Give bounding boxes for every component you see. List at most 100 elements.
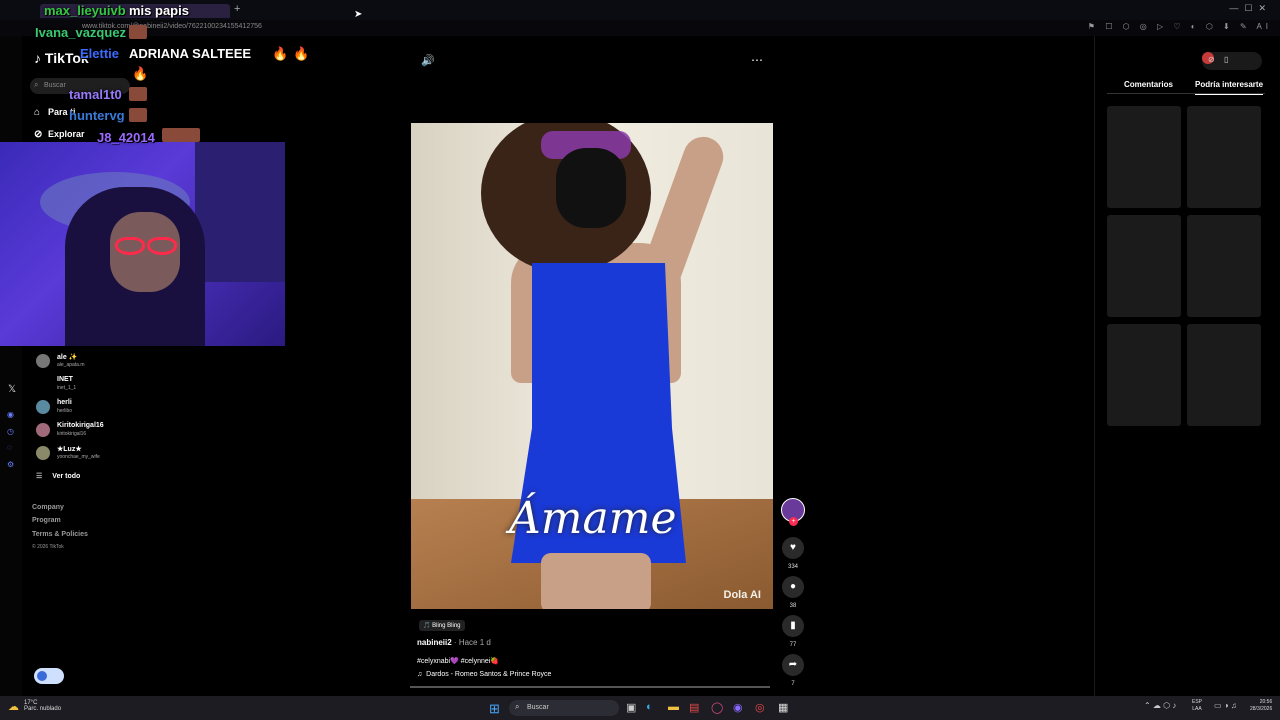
more-options-icon[interactable]: ⋯ (751, 53, 763, 67)
tab-title-overlay: mis papis (129, 3, 189, 18)
phone-icon[interactable]: ▯ (1224, 55, 1228, 64)
language-indicator[interactable]: ESP LAA (1192, 699, 1202, 713)
following-item[interactable]: herli herlibo (34, 398, 184, 418)
windows-start-icon[interactable]: ⊞ (489, 701, 500, 717)
search-icon: ⌕ (515, 702, 520, 711)
rail-clock-icon[interactable]: ◷ (7, 427, 14, 436)
search-placeholder: Buscar (44, 82, 66, 89)
taskbar-search[interactable]: ⌕ Buscar (509, 700, 619, 716)
clock[interactable]: 20:56 28/3/2026 (1250, 699, 1272, 713)
rail-circle-icon[interactable]: ◉ (7, 410, 14, 419)
new-tab-button[interactable]: + (234, 3, 240, 15)
video-hashtags[interactable]: #celyxnabi💜 #celynnei🍓 (417, 657, 499, 665)
mouse-cursor-icon: ➤ (354, 9, 363, 20)
copyright: © 2026 TikTok (32, 544, 64, 550)
following-handle: inet_1_1 (57, 385, 77, 391)
video-author-line: nabineii2 · Hace 1 d (417, 638, 491, 647)
suggested-video-thumb[interactable] (1107, 106, 1181, 208)
video-song[interactable]: ♫ Dardos - Romeo Santos & Prince Royce (417, 671, 551, 678)
time: 20:56 (1259, 699, 1273, 705)
share-count: 7 (791, 681, 795, 687)
follow-plus-icon[interactable]: + (789, 517, 798, 526)
comment-action[interactable]: ● 38 (782, 576, 804, 609)
emote-icon (129, 25, 147, 39)
taskbar-search-label: Buscar (527, 704, 549, 711)
folder-icon[interactable]: ▬ (668, 701, 679, 713)
following-name: herli (57, 399, 72, 406)
panel-divider (1094, 36, 1095, 696)
share-action[interactable]: ➦ 7 (782, 654, 804, 687)
suggested-video-thumb[interactable] (1187, 106, 1261, 208)
discord-icon[interactable]: ◉ (733, 701, 743, 714)
app-icon[interactable]: ▦ (778, 701, 788, 714)
video-player[interactable]: Ámame Dola AI (411, 123, 773, 609)
video-progress-bar[interactable] (410, 686, 770, 688)
like-action[interactable]: ♥ 334 (782, 537, 804, 570)
home-icon: ⌂ (34, 107, 41, 118)
fire-icon: 🔥 (293, 46, 310, 61)
posted-time: Hace 1 d (458, 638, 491, 647)
video-watermark: Dola AI (723, 589, 762, 601)
see-all-button[interactable]: ☰ Ver todo (36, 472, 80, 480)
compass-icon[interactable]: ⊘ (1208, 55, 1215, 64)
weather-text: Parc. nublado (24, 706, 62, 712)
chat-user: Elettie (80, 46, 120, 61)
suggested-video-thumb[interactable] (1187, 215, 1261, 317)
theme-toggle[interactable] (34, 668, 64, 684)
chat-user: max_lieyuivb (44, 3, 126, 18)
weather-icon: ☁ (8, 701, 19, 713)
avatar (36, 423, 50, 437)
avatar (36, 377, 50, 391)
chat-user: J8_42014 (97, 130, 155, 145)
volume-icon[interactable]: 🔊 (421, 54, 435, 67)
webcam-overlay (0, 142, 285, 346)
save-action[interactable]: ▮ 77 (782, 615, 804, 648)
windows-taskbar: ☁ 17°C Parc. nublado ⊞ ⌕ Buscar ▣ ◐ ▬ ▤ ◯… (0, 696, 1280, 720)
obs-icon[interactable]: ◎ (755, 701, 765, 714)
edge-icon[interactable]: ◐ (646, 701, 653, 713)
footer-link[interactable]: Terms & Policies (32, 531, 88, 538)
heart-icon[interactable]: ♥ (782, 537, 804, 559)
x-icon[interactable]: 𝕏 (8, 384, 16, 395)
author-name[interactable]: nabineii2 (417, 638, 452, 647)
network-volume-icons[interactable]: ▭ ◑ ♫ (1214, 701, 1237, 710)
suggested-video-thumb[interactable] (1107, 324, 1181, 426)
following-name: INET (57, 376, 73, 383)
following-item[interactable]: ale ✨ ale_apata.m (34, 352, 184, 372)
comment-icon[interactable]: ● (782, 576, 804, 598)
window-controls[interactable]: —☐✕ (1229, 3, 1272, 14)
music-tag[interactable]: 🎵 Bling Bling (419, 620, 465, 631)
compass-icon: ⊘ (34, 129, 43, 140)
tab-comentarios[interactable]: Comentarios (1124, 80, 1173, 89)
tab-underline (1107, 93, 1265, 94)
following-item[interactable]: INET inet_1_1 (34, 375, 184, 395)
emote-icon (129, 87, 147, 101)
following-item[interactable]: Kiritokirigal16 kiritokirigal16 (34, 421, 184, 441)
chat-user: huntervg (69, 108, 125, 123)
footer-link[interactable]: Program (32, 517, 61, 524)
fire-icon: 🔥 (272, 46, 289, 61)
rail-chat-icon[interactable]: ◌ (7, 443, 12, 452)
share-icon[interactable]: ➦ (782, 654, 804, 676)
following-handle: herlibo (57, 408, 73, 414)
avatar (36, 400, 50, 414)
date: 28/3/2026 (1250, 706, 1273, 712)
rail-gear-icon[interactable]: ⚙ (7, 460, 14, 469)
following-item[interactable]: ★Luz★ yoonchae_my_wife (34, 444, 184, 464)
task-view-icon[interactable]: ▣ (626, 701, 636, 714)
suggested-video-thumb[interactable] (1107, 215, 1181, 317)
avatar (36, 446, 50, 460)
music-tag-label: Bling Bling (432, 623, 461, 629)
video-overlay-text: Ámame (509, 493, 677, 544)
author-avatar[interactable]: + (781, 498, 805, 526)
suggested-video-thumb[interactable] (1187, 324, 1261, 426)
extension-icons[interactable]: ⚑ ☐ ⬡ ◎ ▷ ♡ ◐ ⬡ ⬇ ✎ AI (1088, 22, 1272, 31)
app-icon[interactable]: ▤ (689, 701, 699, 714)
footer-link[interactable]: Company (32, 504, 64, 511)
bookmark-icon[interactable]: ▮ (782, 615, 804, 637)
opera-icon[interactable]: ◯ (711, 701, 723, 714)
nav-item-explorar[interactable]: ⊘ Explorar (34, 129, 85, 140)
system-tray-icons[interactable]: ⌃ ☁ ⬡ ♪ (1144, 701, 1176, 710)
fire-icon: 🔥 (132, 66, 149, 81)
following-name: ★Luz★ (57, 446, 82, 453)
